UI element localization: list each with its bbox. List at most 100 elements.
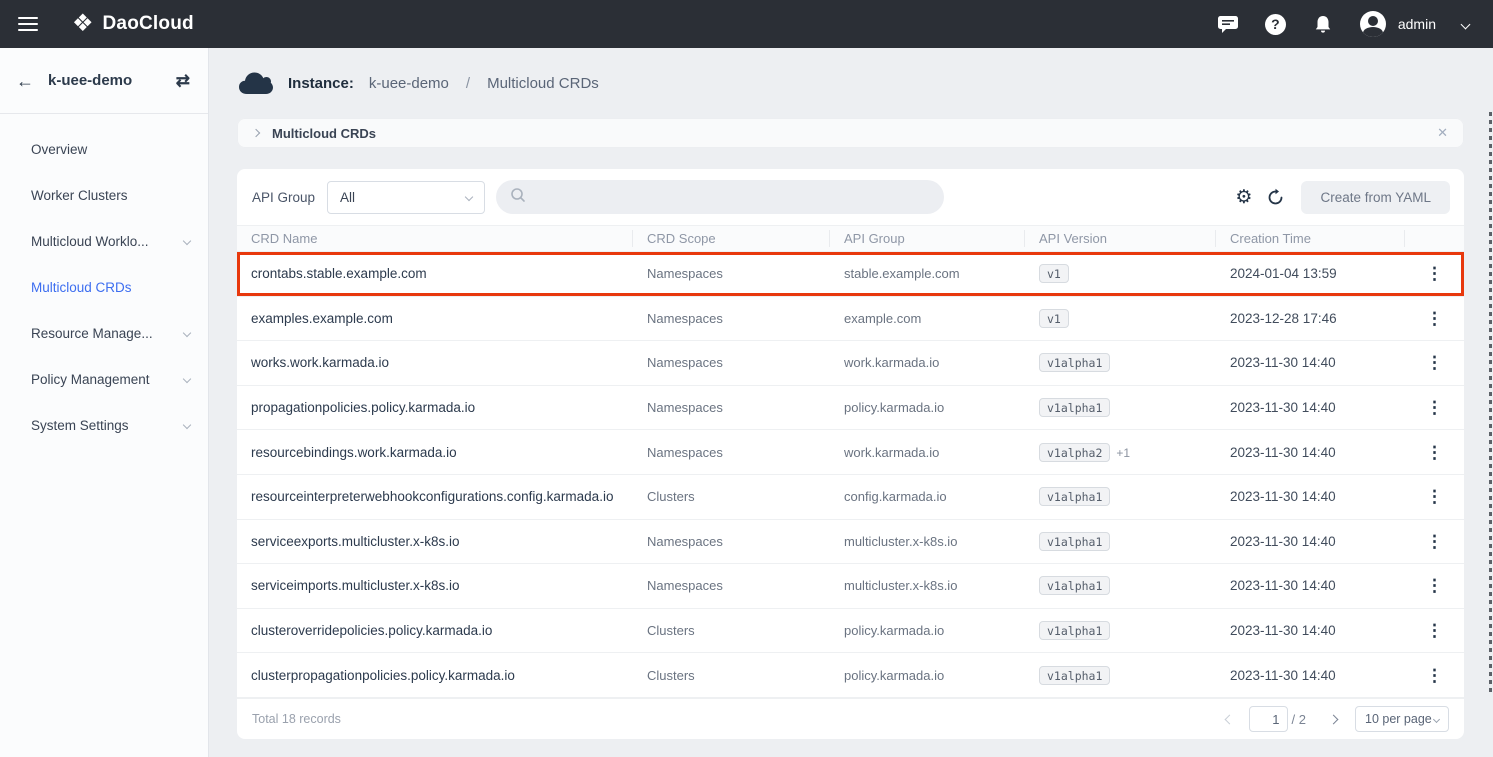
api-version-badge: v1alpha1 bbox=[1039, 621, 1110, 640]
previous-page-icon[interactable] bbox=[1224, 714, 1234, 724]
crd-scope-cell: Namespaces bbox=[633, 534, 830, 549]
table-row[interactable]: works.work.karmada.io Namespaces work.ka… bbox=[237, 341, 1464, 386]
row-actions-kebab-icon[interactable]: ⋮ bbox=[1426, 488, 1443, 505]
tab-title: Multicloud CRDs bbox=[272, 126, 376, 141]
page-tab-bar[interactable]: Multicloud CRDs ✕ bbox=[237, 118, 1464, 148]
next-page-icon[interactable] bbox=[1329, 714, 1339, 724]
api-group-cell: example.com bbox=[830, 311, 1025, 326]
table-row[interactable]: examples.example.com Namespaces example.… bbox=[237, 297, 1464, 342]
api-version-badge: v1alpha1 bbox=[1039, 353, 1110, 372]
page-size-value: 10 per page bbox=[1365, 712, 1434, 726]
gear-icon[interactable]: ⚙ bbox=[1235, 188, 1252, 207]
total-records-text: Total 18 records bbox=[252, 712, 341, 726]
breadcrumb-instance[interactable]: k-uee-demo bbox=[369, 75, 449, 92]
column-header-crd-name: CRD Name bbox=[237, 230, 633, 247]
breadcrumb-separator: / bbox=[466, 75, 470, 92]
crd-name-cell[interactable]: serviceexports.multicluster.x-k8s.io bbox=[237, 534, 633, 549]
creation-time-cell: 2023-11-30 14:40 bbox=[1216, 400, 1405, 415]
sidebar-item-worker-clusters[interactable]: Worker Clusters bbox=[0, 172, 208, 218]
chevron-down-icon bbox=[183, 421, 191, 429]
table-row[interactable]: resourceinterpreterwebhookconfigurations… bbox=[237, 475, 1464, 520]
api-version-badge: v1alpha1 bbox=[1039, 576, 1110, 595]
switch-instance-icon[interactable]: ⇄ bbox=[176, 71, 190, 91]
table-row[interactable]: clusteroverridepolicies.policy.karmada.i… bbox=[237, 609, 1464, 654]
crd-scope-cell: Namespaces bbox=[633, 266, 830, 281]
refresh-icon[interactable] bbox=[1266, 188, 1285, 207]
search-input[interactable] bbox=[534, 190, 930, 205]
row-actions-kebab-icon[interactable]: ⋮ bbox=[1426, 533, 1443, 550]
user-menu-chevron-icon[interactable] bbox=[1461, 19, 1471, 29]
crd-scope-cell: Namespaces bbox=[633, 311, 830, 326]
crd-scope-cell: Namespaces bbox=[633, 445, 830, 460]
api-group-cell: multicluster.x-k8s.io bbox=[830, 578, 1025, 593]
chevron-down-icon bbox=[183, 237, 191, 245]
sidebar-item-system-settings[interactable]: System Settings bbox=[0, 402, 208, 448]
hamburger-menu-icon[interactable] bbox=[18, 17, 38, 31]
sidebar-item-policy-management[interactable]: Policy Management bbox=[0, 356, 208, 402]
api-version-badge: v1alpha2 bbox=[1039, 443, 1110, 462]
table-toolbar: API Group All ⚙ Create from YAML bbox=[237, 169, 1464, 225]
api-version-badge: v1alpha1 bbox=[1039, 487, 1110, 506]
crd-scope-cell: Clusters bbox=[633, 668, 830, 683]
sidebar-item-multicloud-crds[interactable]: Multicloud CRDs bbox=[0, 264, 208, 310]
help-icon[interactable]: ? bbox=[1265, 14, 1286, 35]
chevron-right-icon[interactable] bbox=[252, 129, 260, 137]
row-actions-kebab-icon[interactable]: ⋮ bbox=[1426, 444, 1443, 461]
api-version-badge: v1alpha1 bbox=[1039, 532, 1110, 551]
page-number-input[interactable] bbox=[1249, 706, 1288, 732]
table-row[interactable]: serviceexports.multicluster.x-k8s.io Nam… bbox=[237, 520, 1464, 565]
notifications-bell-icon[interactable] bbox=[1312, 13, 1334, 35]
api-version-badge: v1alpha1 bbox=[1039, 398, 1110, 417]
creation-time-cell: 2023-11-30 14:40 bbox=[1216, 668, 1405, 683]
crd-name-cell[interactable]: serviceimports.multicluster.x-k8s.io bbox=[237, 578, 633, 593]
sidebar-header: ← k-uee-demo ⇄ bbox=[0, 48, 208, 114]
crd-name-cell[interactable]: propagationpolicies.policy.karmada.io bbox=[237, 400, 633, 415]
table-row[interactable]: propagationpolicies.policy.karmada.io Na… bbox=[237, 386, 1464, 431]
creation-time-cell: 2024-01-04 13:59 bbox=[1216, 266, 1405, 281]
crd-name-cell[interactable]: works.work.karmada.io bbox=[237, 355, 633, 370]
user-name: admin bbox=[1398, 16, 1436, 32]
column-header-creation-time: Creation Time bbox=[1216, 230, 1405, 247]
table-row[interactable]: crontabs.stable.example.com Namespaces s… bbox=[237, 252, 1464, 297]
api-group-cell: work.karmada.io bbox=[830, 445, 1025, 460]
page-size-select[interactable]: 10 per page bbox=[1355, 706, 1449, 732]
page-scrollbar[interactable] bbox=[1489, 112, 1492, 692]
crd-name-cell[interactable]: clusteroverridepolicies.policy.karmada.i… bbox=[237, 623, 633, 638]
creation-time-cell: 2023-11-30 14:40 bbox=[1216, 623, 1405, 638]
table-row[interactable]: clusterpropagationpolicies.policy.karmad… bbox=[237, 653, 1464, 698]
api-group-filter-label: API Group bbox=[252, 190, 315, 205]
crd-name-cell[interactable]: resourceinterpreterwebhookconfigurations… bbox=[237, 489, 633, 504]
search-box[interactable] bbox=[496, 180, 944, 214]
sidebar-item-label: Multicloud CRDs bbox=[31, 280, 190, 295]
row-actions-kebab-icon[interactable]: ⋮ bbox=[1426, 310, 1443, 327]
sidebar-item-resource-management[interactable]: Resource Manage... bbox=[0, 310, 208, 356]
brand-name: DaoCloud bbox=[103, 13, 194, 35]
table-row[interactable]: resourcebindings.work.karmada.io Namespa… bbox=[237, 430, 1464, 475]
top-bar: ❖ DaoCloud ? admin bbox=[0, 0, 1493, 48]
row-actions-kebab-icon[interactable]: ⋮ bbox=[1426, 354, 1443, 371]
table-row[interactable]: serviceimports.multicluster.x-k8s.io Nam… bbox=[237, 564, 1464, 609]
brand-logo[interactable]: ❖ DaoCloud bbox=[72, 12, 194, 36]
back-arrow-icon[interactable]: ← bbox=[16, 72, 34, 90]
crd-name-cell[interactable]: resourcebindings.work.karmada.io bbox=[237, 445, 633, 460]
api-group-select[interactable]: All bbox=[327, 181, 485, 214]
create-from-yaml-button[interactable]: Create from YAML bbox=[1301, 181, 1450, 214]
user-avatar[interactable] bbox=[1360, 11, 1386, 37]
close-icon[interactable]: ✕ bbox=[1437, 125, 1448, 141]
sidebar-item-overview[interactable]: Overview bbox=[0, 126, 208, 172]
crd-name-cell[interactable]: crontabs.stable.example.com bbox=[237, 266, 633, 281]
crd-name-cell[interactable]: clusterpropagationpolicies.policy.karmad… bbox=[237, 668, 633, 683]
row-actions-kebab-icon[interactable]: ⋮ bbox=[1426, 622, 1443, 639]
row-actions-kebab-icon[interactable]: ⋮ bbox=[1426, 667, 1443, 684]
row-actions-kebab-icon[interactable]: ⋮ bbox=[1426, 577, 1443, 594]
row-actions-kebab-icon[interactable]: ⋮ bbox=[1426, 265, 1443, 282]
sidebar-item-multicloud-workloads[interactable]: Multicloud Worklo... bbox=[0, 218, 208, 264]
crd-name-cell[interactable]: examples.example.com bbox=[237, 311, 633, 326]
crd-scope-cell: Namespaces bbox=[633, 578, 830, 593]
row-actions-kebab-icon[interactable]: ⋮ bbox=[1426, 399, 1443, 416]
crd-scope-cell: Namespaces bbox=[633, 400, 830, 415]
crd-scope-cell: Namespaces bbox=[633, 355, 830, 370]
sidebar-item-label: Worker Clusters bbox=[31, 188, 190, 203]
chevron-down-icon bbox=[183, 375, 191, 383]
messages-icon[interactable] bbox=[1217, 13, 1239, 35]
